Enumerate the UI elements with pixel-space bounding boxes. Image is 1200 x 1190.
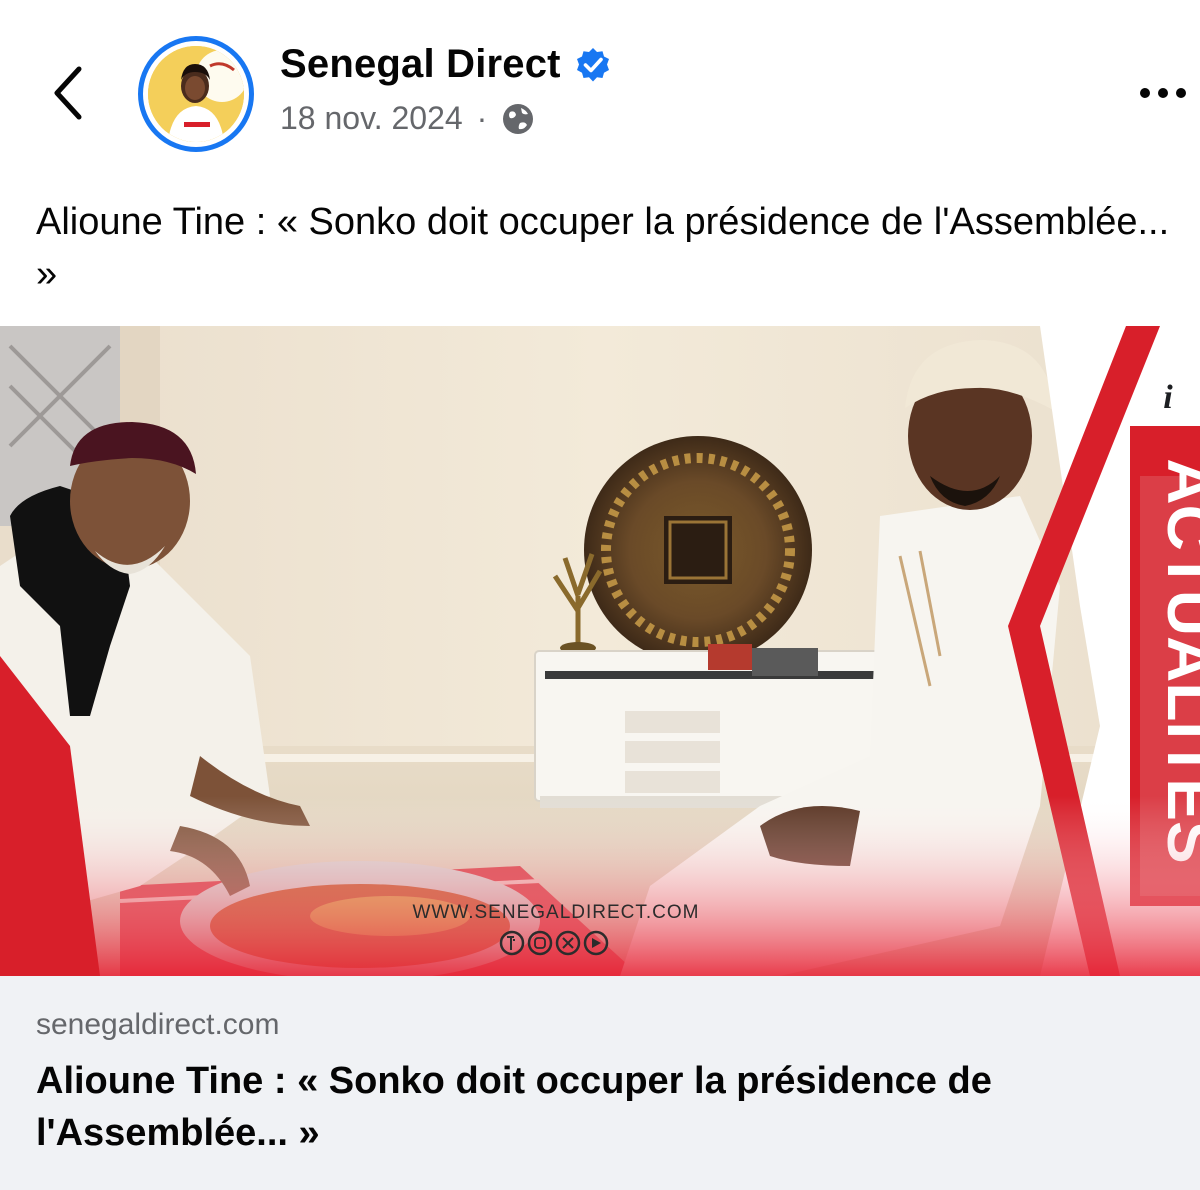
verified-badge-icon [576, 47, 609, 81]
page-avatar-button[interactable] [138, 36, 254, 152]
ad-info-button[interactable]: i [1134, 356, 1200, 436]
back-button[interactable] [40, 58, 96, 128]
post-date[interactable]: 18 nov. 2024 [280, 100, 463, 137]
avatar [148, 46, 244, 142]
chevron-left-icon [54, 66, 82, 120]
post-photo-illustration: ACTUALITES WWW.SENEGALDIRECT.COM [0, 326, 1200, 976]
meta-separator: · [476, 100, 488, 136]
info-icon: i [1140, 368, 1196, 424]
globe-icon [503, 103, 534, 134]
more-options-button[interactable] [1140, 78, 1200, 108]
post-header: Senegal Direct 18 nov. 2024 · [0, 0, 1200, 170]
svg-text:i: i [1163, 379, 1173, 416]
post-meta: 18 nov. 2024 · [280, 100, 535, 137]
more-dot [1176, 88, 1186, 98]
link-title[interactable]: Alioune Tine : « Sonko doit occuper la p… [36, 1055, 1176, 1159]
page-name-row: Senegal Direct [280, 42, 611, 87]
post-text: Alioune Tine : « Sonko doit occuper la p… [36, 201, 1170, 295]
post-image[interactable]: ACTUALITES WWW.SENEGALDIRECT.COM [0, 326, 1200, 976]
link-domain: senegaldirect.com [36, 1008, 280, 1041]
more-dot [1158, 88, 1168, 98]
more-horizontal-icon [1140, 88, 1150, 98]
watermark-text: WWW.SENEGALDIRECT.COM [412, 902, 699, 923]
page-name[interactable]: Senegal Direct [280, 42, 561, 87]
